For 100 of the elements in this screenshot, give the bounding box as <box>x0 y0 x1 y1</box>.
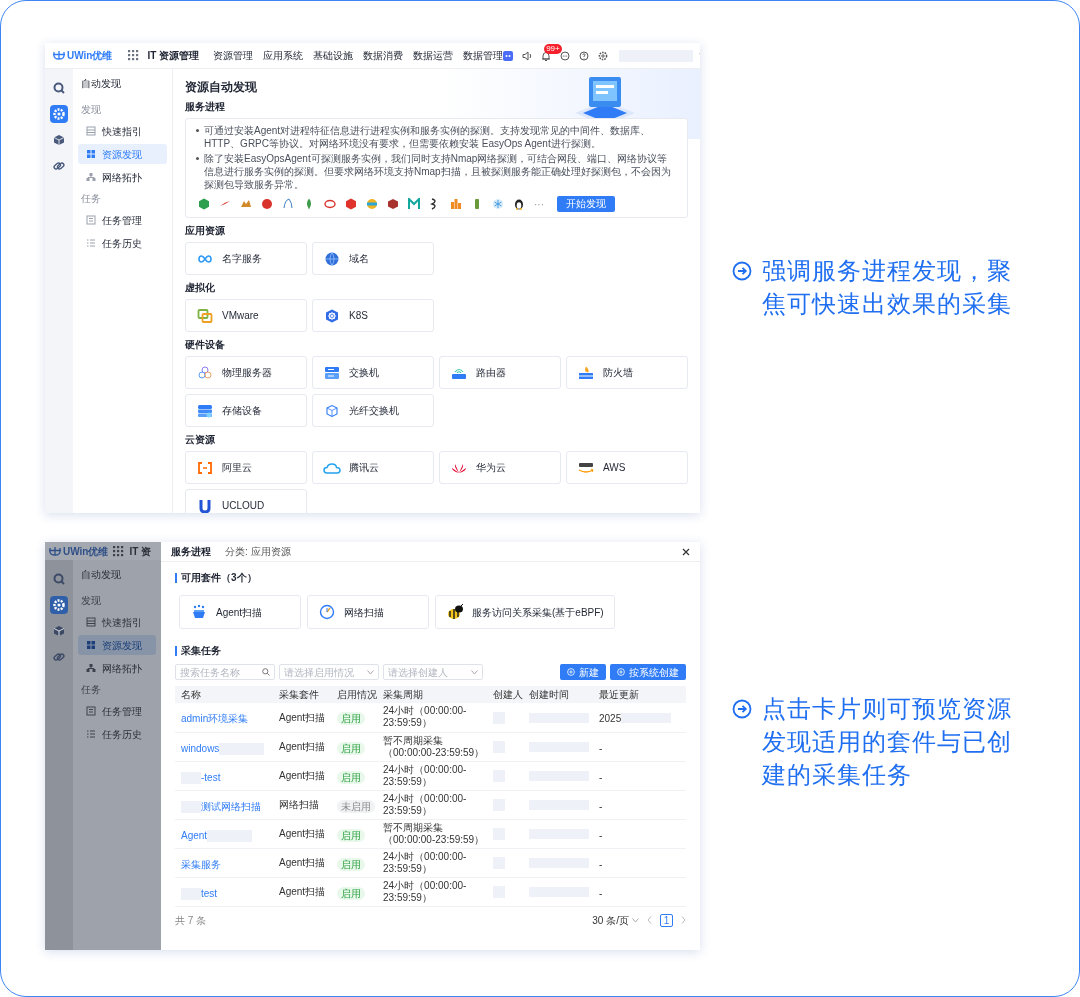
create-button[interactable]: 新建 <box>560 664 606 680</box>
table-icon <box>86 617 96 627</box>
nav-link[interactable]: 数据运营 <box>413 48 454 63</box>
caret-icon <box>471 669 478 675</box>
resource-card[interactable]: 腾讯云 <box>312 451 434 484</box>
nav-link[interactable]: 资源管理 <box>213 48 254 63</box>
nav-link[interactable]: 应用系统 <box>263 48 304 63</box>
server-icon <box>323 365 341 380</box>
select-field[interactable]: 请选择创建人 <box>383 664 483 680</box>
resource-card[interactable]: 存储设备 <box>185 394 307 427</box>
table-cell: 暂不周期采集 （00:00:00-23:59:59） <box>383 734 481 759</box>
sidebar-item[interactable]: 网络拓扑 <box>78 167 167 187</box>
sidebar-group-label: 任务 <box>80 192 102 206</box>
sidebar-item[interactable]: 任务历史 <box>78 233 167 253</box>
create-button[interactable]: 按系统创建 <box>610 664 686 680</box>
page-size-select[interactable]: 30 条/页 <box>592 912 639 928</box>
logo-icon <box>366 198 378 210</box>
table-cell: 2025 <box>599 713 622 725</box>
status-tag: 启用 <box>337 857 365 871</box>
gear-icon <box>53 599 65 611</box>
page-button[interactable]: 1 <box>660 913 673 927</box>
search-field[interactable]: 搜索任务名称 <box>175 664 275 680</box>
resource-card[interactable]: 物理服务器 <box>185 356 307 389</box>
resource-card[interactable]: 光纤交换机 <box>312 394 434 427</box>
sidebar-item[interactable]: 资源发现 <box>78 635 156 655</box>
caret-icon <box>632 917 639 923</box>
sidebar-group-label: 发现 <box>80 594 102 608</box>
column-header: 最近更新 <box>593 686 686 703</box>
sidebar-item[interactable]: 任务历史 <box>78 724 156 744</box>
help-icon[interactable] <box>579 50 590 61</box>
description-text: 除了安装EasyOpsAgent可探测服务实例，我们同时支持Nmap网络探测，可结合网段、端口、网络协议等信息进行服务实例的探测。但要求网络环境支持Nmap扫描，且被探测服务能正确处理好探测包，不会因为探测包导致服务异常。 <box>204 152 672 191</box>
task-name-link[interactable]: test <box>181 887 218 899</box>
table-cell: - <box>599 742 603 754</box>
resource-card[interactable]: 域名 <box>312 242 434 275</box>
task-name-link[interactable]: Agent <box>181 829 253 841</box>
sidebar-item[interactable]: 快速指引 <box>78 121 167 141</box>
logo-icon <box>49 546 61 556</box>
stack-icon <box>190 604 208 620</box>
task-name-link[interactable]: 采集服务 <box>181 858 221 870</box>
table-cell: 网络扫描 <box>273 790 331 819</box>
settings-icon[interactable] <box>598 50 609 61</box>
status-tag: 启用 <box>337 886 365 900</box>
tree-icon <box>86 663 96 673</box>
task-name-link[interactable]: -test <box>181 771 221 783</box>
sidebar-item[interactable]: 快速指引 <box>78 612 156 632</box>
close-icon[interactable] <box>682 547 690 556</box>
resource-card[interactable]: 名字服务 <box>185 242 307 275</box>
sidebar-item[interactable]: 任务管理 <box>78 701 156 721</box>
column-header: 采集套件 <box>273 686 331 703</box>
suite-card[interactable]: 服务访问关系采集(基于eBPF) <box>435 595 615 629</box>
speaker-icon[interactable] <box>522 50 533 61</box>
list-icon <box>86 238 96 248</box>
sidebar-item[interactable]: 任务管理 <box>78 210 167 230</box>
resource-card[interactable]: K8S <box>312 299 434 332</box>
resource-card[interactable]: 路由器 <box>439 356 561 389</box>
radar-icon <box>318 604 336 620</box>
resource-card[interactable]: VMware <box>185 299 307 332</box>
table-cell-text: 24小时（00:00:00- 23:59:59） <box>383 792 468 817</box>
app-grid-icon[interactable] <box>128 50 140 61</box>
app-grid-icon[interactable] <box>113 545 125 557</box>
suite-card[interactable]: 网络扫描 <box>307 595 429 629</box>
status-tag: 启用 <box>337 712 365 726</box>
start-discovery-button[interactable]: 开始发现 <box>557 196 615 212</box>
logo-icon <box>513 198 525 210</box>
nav-link[interactable]: 数据消费 <box>363 48 404 63</box>
table-cell: - <box>599 858 603 870</box>
cube-icon <box>323 403 341 418</box>
chat-icon[interactable] <box>560 50 571 61</box>
sidebar-item[interactable]: 网络拓扑 <box>78 658 156 678</box>
task-name-link[interactable]: admin环境采集 <box>181 713 249 725</box>
gear-icon <box>53 108 65 120</box>
sidebar-item[interactable]: 资源发现 <box>78 144 167 164</box>
section-title: 采集任务 <box>181 644 221 658</box>
flower-icon <box>196 365 214 380</box>
sidebar-title: 自动发现 <box>80 77 122 91</box>
task-name-link[interactable]: windows <box>181 742 265 754</box>
nav-link[interactable]: 基础设施 <box>313 48 354 63</box>
select-field[interactable]: 请选择启用情况 <box>279 664 379 680</box>
squares-icon <box>196 308 214 323</box>
resource-card[interactable]: 华为云 <box>439 451 561 484</box>
logo-icon <box>240 198 252 210</box>
table-cell-text: 24小时（00:00:00- 23:59:59） <box>383 763 468 788</box>
resource-card[interactable]: AWS <box>566 451 688 484</box>
nav-rail-button[interactable] <box>50 596 68 614</box>
task-name-link[interactable]: 测试网络扫描 <box>181 800 261 812</box>
logo-icon <box>450 198 462 210</box>
robot-icon[interactable] <box>503 50 514 61</box>
nav-link[interactable]: 数据管理 <box>463 48 504 63</box>
fire-icon <box>577 365 595 380</box>
resource-card[interactable]: 阿里云 <box>185 451 307 484</box>
bell-icon[interactable] <box>541 50 552 61</box>
callout-text: 点击卡片则可预览资源发现适用的套件与已创建的采集任务 <box>762 694 1013 790</box>
logo-icon <box>345 198 357 210</box>
table-cell: Agent扫描 <box>273 761 331 790</box>
table-cell: Agent扫描 <box>273 819 331 848</box>
resource-card[interactable]: 交换机 <box>312 356 434 389</box>
resource-card[interactable]: UCLOUD <box>185 489 307 513</box>
suite-card[interactable]: Agent扫描 <box>179 595 301 629</box>
resource-card[interactable]: 防火墙 <box>566 356 688 389</box>
nav-rail-button[interactable] <box>50 105 68 123</box>
